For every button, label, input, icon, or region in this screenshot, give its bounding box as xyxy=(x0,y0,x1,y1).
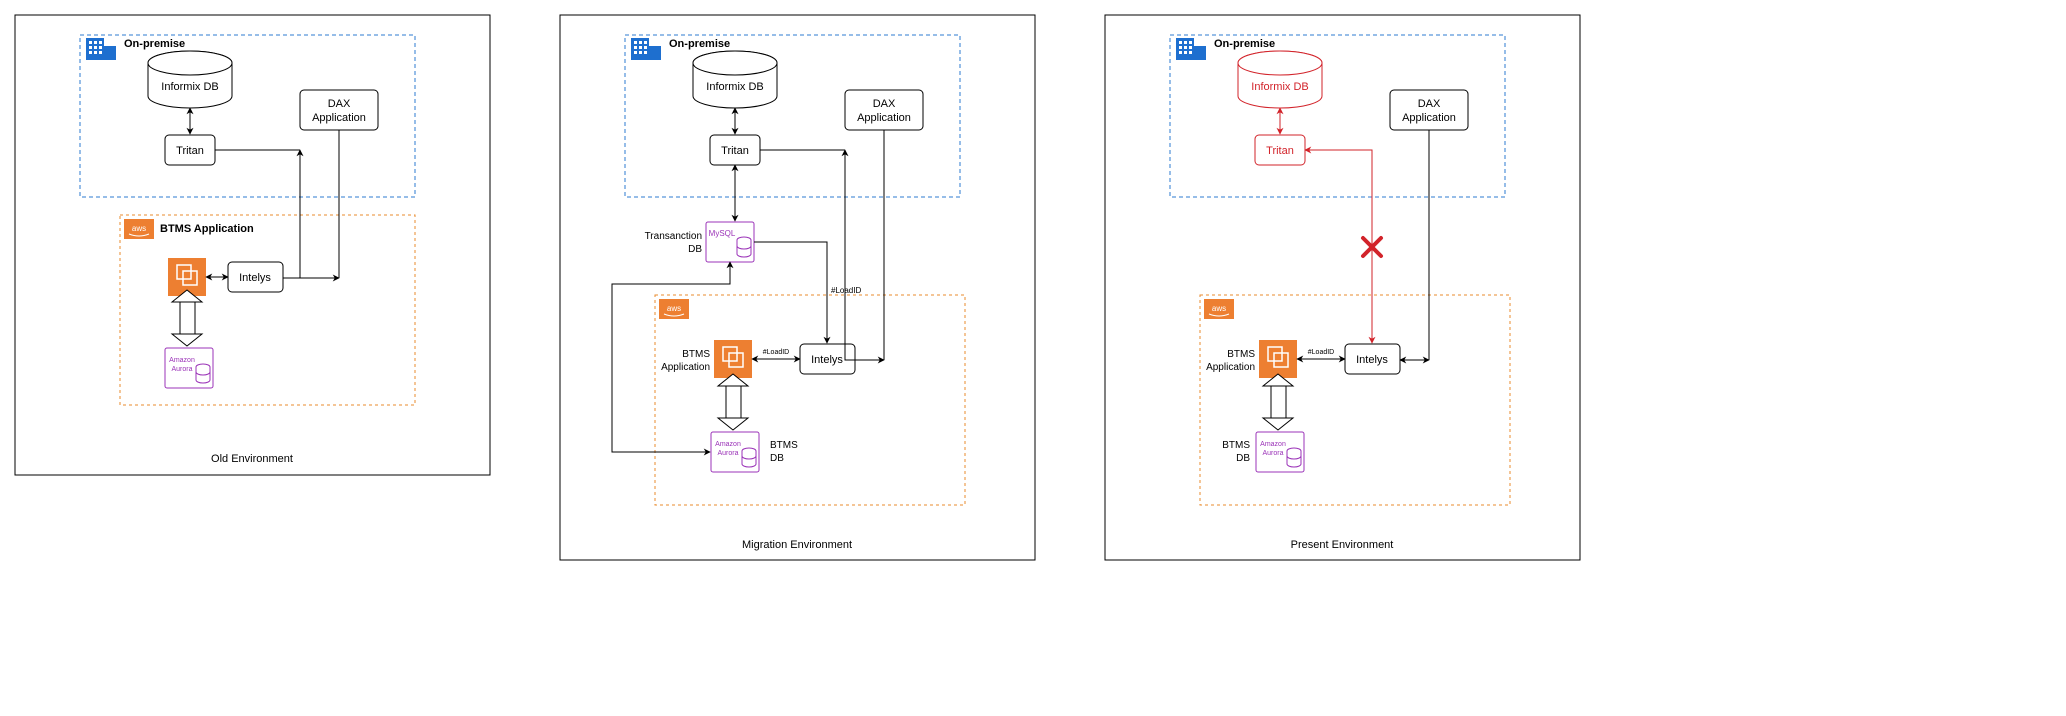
informix-label: Informix DB xyxy=(706,81,763,93)
dax-label-2: Application xyxy=(312,112,366,124)
intelys-label: Intelys xyxy=(239,272,271,284)
btms-app-label: BTMS Application xyxy=(160,223,254,235)
onprem-label: On-premise xyxy=(669,38,730,50)
btmsdb-label-1: BTMS xyxy=(770,440,798,451)
aurora-node: Amazon Aurora xyxy=(165,348,213,388)
panel-caption: Old Environment xyxy=(211,453,293,465)
aurora-label-2: Aurora xyxy=(1262,450,1283,457)
svg-text:aws: aws xyxy=(667,304,681,313)
svg-text:aws: aws xyxy=(132,224,146,233)
mysql-node: MySQL xyxy=(706,222,754,262)
aurora-node: Amazon Aurora xyxy=(711,432,759,472)
intelys-label: Intelys xyxy=(811,354,843,366)
btms-app-label-2: Application xyxy=(1206,362,1255,373)
aws-logo-icon: aws xyxy=(659,299,689,319)
mysql-label: MySQL xyxy=(709,229,736,238)
loadid-label: #LoadID xyxy=(1308,349,1334,356)
aurora-label-2: Aurora xyxy=(717,450,738,457)
aurora-node: Amazon Aurora xyxy=(1256,432,1304,472)
panel-present-environment: On-premise Informix DB Tritan DAX Applic… xyxy=(1105,15,1580,560)
svg-text:aws: aws xyxy=(1212,304,1226,313)
onprem-label: On-premise xyxy=(1214,38,1275,50)
informix-db-node: Informix DB xyxy=(693,51,777,108)
aws-logo-icon: aws xyxy=(1204,299,1234,319)
dax-label-2: Application xyxy=(857,112,911,124)
dax-node xyxy=(300,90,378,130)
dax-node xyxy=(1390,90,1468,130)
ec2-icon xyxy=(1259,340,1297,378)
btms-app-label-1: BTMS xyxy=(1227,349,1255,360)
panel-migration-environment: On-premise Informix DB Tritan DAX Applic… xyxy=(560,15,1035,560)
informix-label: Informix DB xyxy=(1251,81,1308,93)
btms-app-label-2: Application xyxy=(661,362,710,373)
informix-db-node: Informix DB xyxy=(148,51,232,108)
informix-db-node: Informix DB xyxy=(1238,51,1322,108)
panel-caption: Migration Environment xyxy=(742,539,852,551)
panel-old-environment: On-premise Informix DB Tritan DAX Applic… xyxy=(15,15,490,475)
tritan-label: Tritan xyxy=(176,145,204,157)
diagram-canvas: On-premise Informix DB Tritan DAX Applic… xyxy=(0,0,2066,711)
aurora-label-2: Aurora xyxy=(171,366,192,373)
trans-label-1: Transanction xyxy=(645,231,702,242)
dax-node xyxy=(845,90,923,130)
aurora-label-1: Amazon xyxy=(169,357,195,364)
aurora-label-1: Amazon xyxy=(1260,441,1286,448)
tritan-label: Tritan xyxy=(721,145,749,157)
dax-label-1: DAX xyxy=(328,98,351,110)
loadid-label: #LoadID xyxy=(831,286,861,295)
dax-label-1: DAX xyxy=(1418,98,1441,110)
btmsdb-label-1: BTMS xyxy=(1222,440,1250,451)
trans-label-2: DB xyxy=(688,244,702,255)
aws-logo-icon: aws xyxy=(124,219,154,239)
tritan-label: Tritan xyxy=(1266,145,1294,157)
btmsdb-label-2: DB xyxy=(770,453,784,464)
ec2-icon xyxy=(714,340,752,378)
btms-app-label-1: BTMS xyxy=(682,349,710,360)
btmsdb-label-2: DB xyxy=(1236,453,1250,464)
intelys-label: Intelys xyxy=(1356,354,1388,366)
loadid-label-2: #LoadID xyxy=(763,349,789,356)
panel-caption: Present Environment xyxy=(1291,539,1394,551)
dax-label-2: Application xyxy=(1402,112,1456,124)
informix-label: Informix DB xyxy=(161,81,218,93)
aurora-label-1: Amazon xyxy=(715,441,741,448)
dax-label-1: DAX xyxy=(873,98,896,110)
onprem-label: On-premise xyxy=(124,38,185,50)
